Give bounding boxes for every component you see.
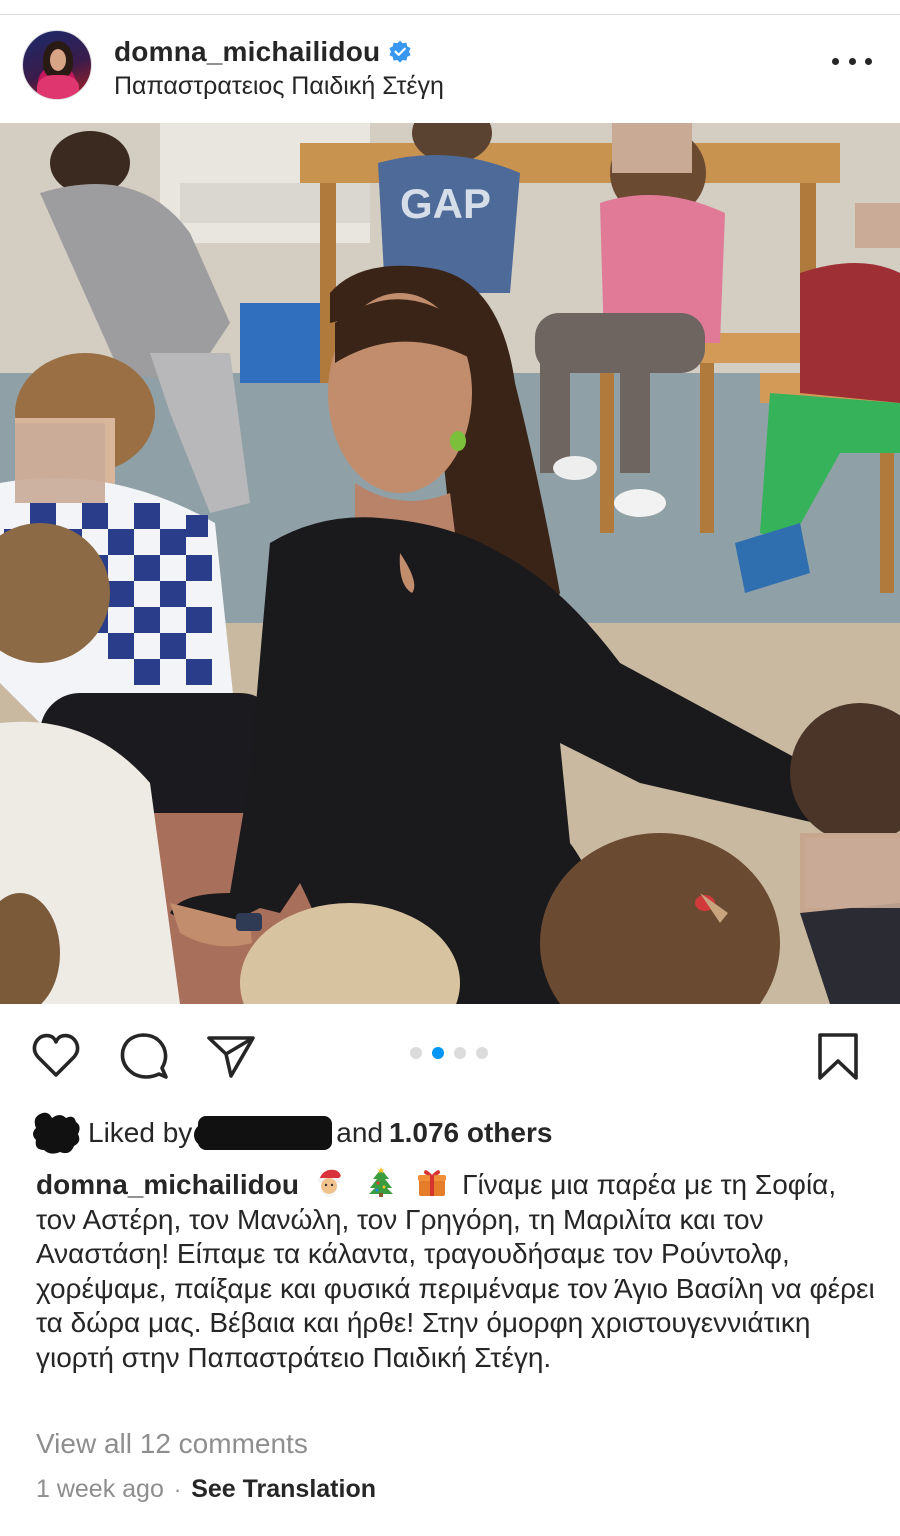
classroom-photo: GAP — [0, 123, 900, 1004]
carousel-dot[interactable] — [410, 1047, 422, 1059]
christmas-tree-emoji — [368, 1167, 393, 1197]
post-location[interactable]: Παπαστρατειος Παιδική Στέγη — [114, 72, 444, 101]
likes-row[interactable]: Liked by and 1.076 others — [30, 1108, 552, 1158]
top-divider — [0, 14, 900, 15]
likes-suffix: and — [336, 1117, 384, 1148]
post-username[interactable]: domna_michailidou — [114, 36, 380, 68]
liker-avatar-redacted — [33, 1112, 80, 1154]
carousel-dot[interactable] — [476, 1047, 488, 1059]
post-time[interactable]: 1 week ago — [36, 1475, 164, 1504]
view-all-comments-link[interactable]: View all 12 comments — [36, 1428, 308, 1460]
bookmark-icon[interactable] — [812, 1030, 864, 1082]
post-photo[interactable]: GAP — [0, 123, 900, 1004]
santa-emoji — [317, 1169, 345, 1197]
verified-badge-icon — [389, 40, 411, 63]
heart-icon[interactable] — [30, 1030, 82, 1082]
see-translation-link[interactable]: See Translation — [191, 1475, 376, 1504]
post-header: domna_michailidou Παπαστρατειος Παιδική … — [0, 24, 900, 120]
svg-text:GAP: GAP — [400, 180, 491, 227]
avatar[interactable] — [22, 30, 92, 100]
carousel-dot-active[interactable] — [432, 1047, 444, 1059]
likes-count[interactable]: 1.076 others — [389, 1117, 552, 1149]
username-row: domna_michailidou — [114, 36, 412, 68]
caption-username[interactable]: domna_michailidou — [36, 1169, 299, 1200]
post-caption: domna_michailidou Γίναμε μια παρέα με τη… — [36, 1166, 876, 1376]
paper-plane-icon[interactable] — [205, 1030, 257, 1082]
meta-separator: · — [173, 1476, 182, 1502]
more-dots-icon[interactable] — [832, 46, 872, 76]
gift-emoji — [418, 1170, 447, 1196]
comment-icon[interactable] — [118, 1030, 170, 1082]
carousel-dot[interactable] — [454, 1047, 466, 1059]
post-meta: 1 week ago · See Translation — [36, 1475, 376, 1504]
likes-prefix: Liked by — [88, 1117, 193, 1148]
redacted-liker-name[interactable] — [194, 1116, 333, 1150]
carousel-indicator — [410, 1047, 488, 1059]
